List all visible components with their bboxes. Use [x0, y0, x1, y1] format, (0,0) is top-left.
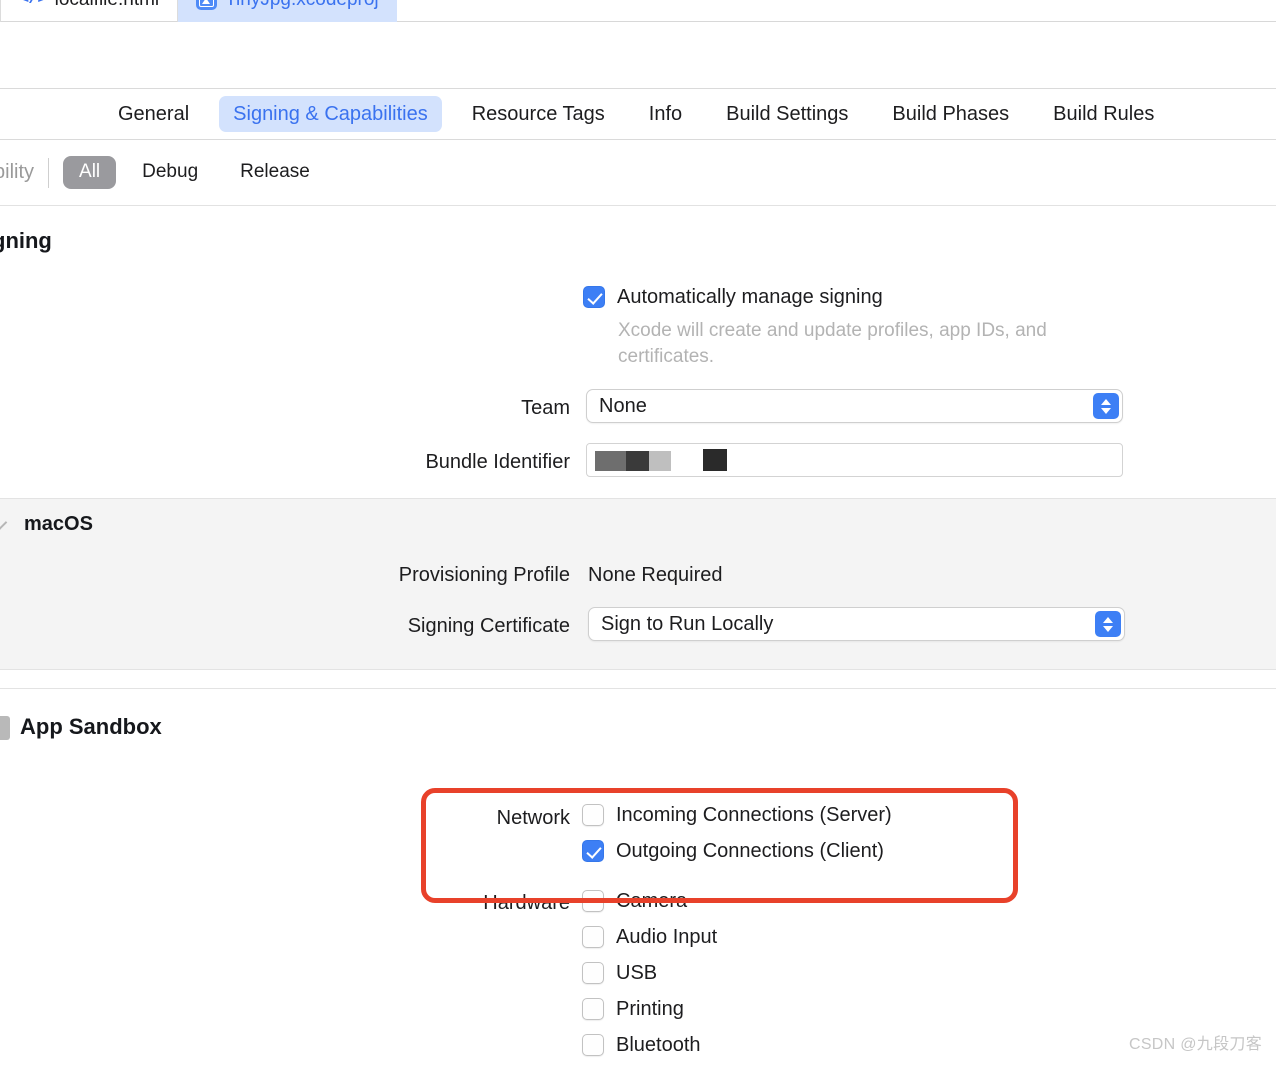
signing-section-header: gning: [0, 206, 1276, 276]
bundle-identifier-field[interactable]: [586, 443, 1123, 477]
redaction-block: [649, 451, 671, 471]
app-sandbox-title: App Sandbox: [20, 714, 162, 739]
team-label: Team: [521, 397, 570, 419]
printing-checkbox[interactable]: [582, 998, 604, 1020]
redaction-block: [587, 444, 777, 449]
sandbox-row-outgoing-connections: Outgoing Connections (Client): [582, 840, 884, 863]
chevron-updown-icon[interactable]: [1095, 611, 1121, 637]
tab-general[interactable]: General: [104, 96, 203, 132]
tab-build-settings[interactable]: Build Settings: [712, 96, 862, 132]
editor-tab-strip: </> localfile.html TinyJpg.xcodeproj: [0, 0, 1276, 22]
audio-input-label: Audio Input: [616, 926, 718, 948]
add-capability-label-clipped[interactable]: bility: [0, 161, 48, 184]
chevron-down-icon[interactable]: [0, 516, 8, 530]
sandbox-row-bluetooth: Bluetooth: [582, 1034, 701, 1057]
segment-release[interactable]: Release: [224, 156, 326, 189]
hardware-group-label: Hardware: [483, 892, 570, 914]
usb-checkbox[interactable]: [582, 962, 604, 984]
auto-manage-signing-checkbox[interactable]: [583, 286, 605, 308]
section-divider: [0, 688, 1276, 689]
configuration-filter-bar: bility All Debug Release: [0, 140, 1276, 206]
signing-section-title: gning: [0, 228, 52, 253]
editor-tab-localfile[interactable]: </> localfile.html: [0, 0, 179, 22]
segment-debug[interactable]: Debug: [126, 156, 214, 189]
auto-manage-signing-row: Automatically manage signing: [583, 286, 883, 309]
xcode-project-editor: </> localfile.html TinyJpg.xcodeproj Gen…: [0, 0, 1276, 1080]
project-editor-tabs: General Signing & Capabilities Resource …: [0, 89, 1276, 140]
sandbox-row-usb: USB: [582, 962, 657, 985]
editor-tab-xcodeproj[interactable]: TinyJpg.xcodeproj: [178, 0, 397, 22]
team-popup-button[interactable]: None: [586, 389, 1123, 423]
incoming-connections-checkbox[interactable]: [582, 804, 604, 826]
camera-checkbox[interactable]: [582, 890, 604, 912]
usb-label: USB: [616, 962, 658, 984]
audio-input-checkbox[interactable]: [582, 926, 604, 948]
sandbox-row-camera: Camera: [582, 890, 687, 913]
bundle-identifier-label: Bundle Identifier: [425, 451, 570, 473]
provisioning-profile-value: None Required: [588, 564, 723, 586]
provisioning-profile-label: Provisioning Profile: [398, 564, 570, 586]
signing-certificate-value: Sign to Run Locally: [601, 612, 774, 635]
tab-resource-tags[interactable]: Resource Tags: [458, 96, 619, 132]
redaction-block: [626, 451, 649, 471]
signing-certificate-label: Signing Certificate: [407, 615, 570, 637]
redaction-block: [595, 451, 626, 471]
team-value: None: [599, 394, 647, 417]
auto-manage-signing-label: Automatically manage signing: [617, 286, 883, 308]
editor-tab-label: TinyJpg.xcodeproj: [225, 0, 378, 9]
outgoing-connections-label: Outgoing Connections (Client): [616, 840, 884, 862]
printing-label: Printing: [616, 998, 684, 1020]
tab-info[interactable]: Info: [635, 96, 696, 132]
redaction-block: [703, 449, 727, 471]
bluetooth-checkbox[interactable]: [582, 1034, 604, 1056]
incoming-connections-label: Incoming Connections (Server): [616, 804, 892, 826]
divider: [48, 157, 50, 188]
editor-tab-label: localfile.html: [55, 0, 160, 9]
watermark: CSDN @九段刀客: [1128, 1036, 1262, 1053]
app-sandbox-icon: [0, 716, 10, 740]
platform-name: macOS: [24, 513, 93, 535]
outgoing-connections-checkbox[interactable]: [582, 840, 604, 862]
auto-manage-signing-description: Xcode will create and update profiles, a…: [618, 320, 1047, 367]
editor-spacer-band: [0, 22, 1276, 89]
camera-label: Camera: [616, 890, 688, 912]
sandbox-row-incoming-connections: Incoming Connections (Server): [582, 804, 892, 827]
sandbox-row-printing: Printing: [582, 998, 684, 1021]
segment-all[interactable]: All: [63, 156, 117, 189]
tab-signing-capabilities[interactable]: Signing & Capabilities: [219, 96, 442, 132]
network-group-label: Network: [496, 807, 570, 829]
code-icon: </>: [19, 0, 48, 9]
sandbox-row-audio-input: Audio Input: [582, 926, 717, 949]
appstore-icon: [196, 0, 218, 10]
chevron-updown-icon[interactable]: [1093, 393, 1119, 419]
signing-certificate-popup-button[interactable]: Sign to Run Locally: [588, 607, 1125, 641]
bluetooth-label: Bluetooth: [616, 1034, 701, 1056]
tab-build-rules[interactable]: Build Rules: [1039, 96, 1168, 132]
tab-build-phases[interactable]: Build Phases: [878, 96, 1023, 132]
